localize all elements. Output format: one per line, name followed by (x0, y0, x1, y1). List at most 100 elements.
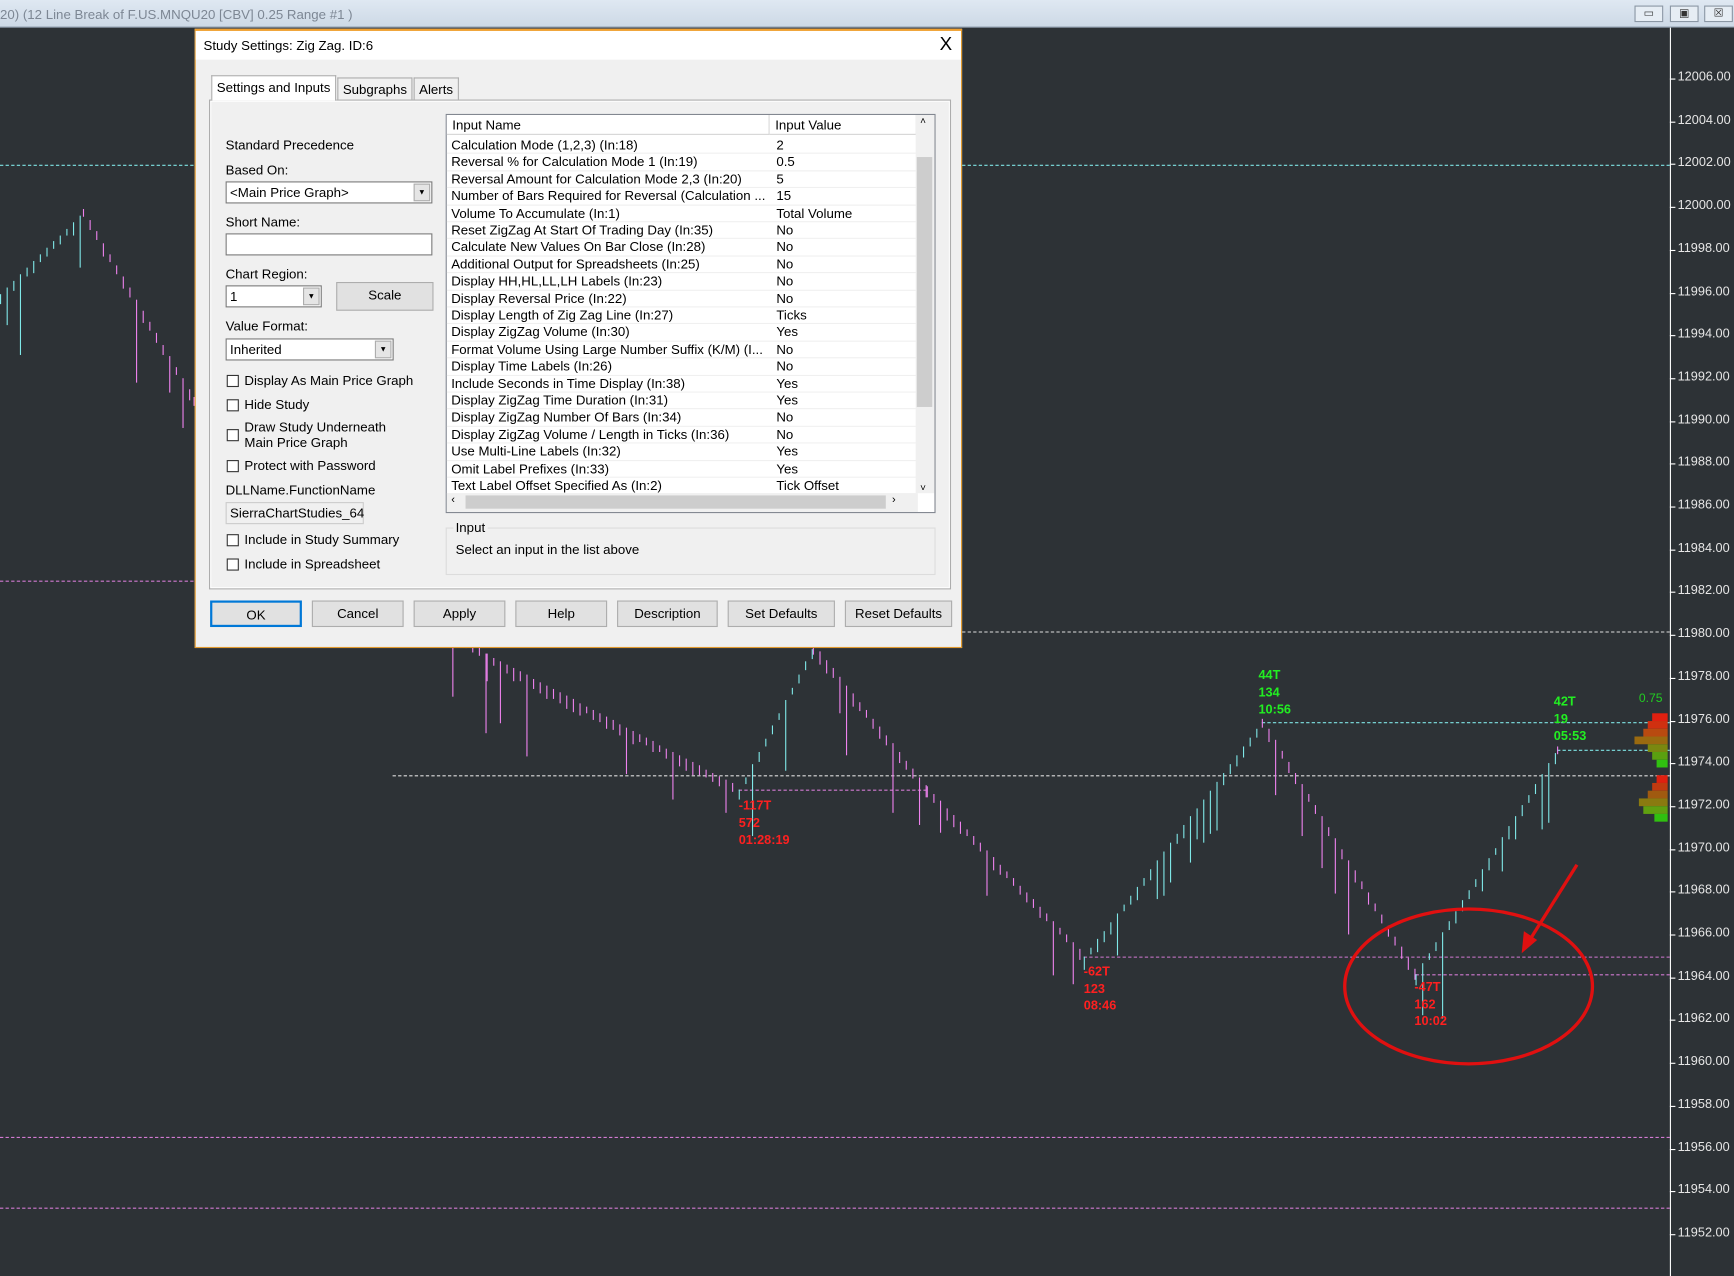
scrollbar-thumb[interactable] (465, 495, 886, 509)
input-name: Display Time Labels (In:26) (451, 358, 612, 374)
vertical-scrollbar[interactable]: ˄ ˅ (915, 115, 935, 493)
short-name-input[interactable] (225, 233, 433, 256)
input-row[interactable]: Display Time Labels (In:26) No (446, 358, 917, 376)
tab-subgraphs[interactable]: Subgraphs (337, 77, 413, 101)
close-icon[interactable]: X (940, 33, 953, 55)
column-header-input-name[interactable]: Input Name (446, 115, 770, 135)
tick-text: 12004.00 (1677, 113, 1731, 127)
input-row[interactable]: Reversal % for Calculation Mode 1 (In:19… (446, 154, 917, 172)
horizontal-scrollbar[interactable]: ‹ › (446, 493, 918, 513)
input-row[interactable]: Reversal Amount for Calculation Mode 2,3… (446, 171, 917, 189)
value-format-select[interactable]: Inherited ▼ (225, 338, 394, 361)
input-value: No (776, 358, 794, 374)
input-name: Volume To Accumulate (In:1) (451, 205, 620, 221)
scroll-right-icon[interactable]: › (892, 494, 896, 506)
input-value: Yes (776, 443, 798, 460)
tick-text: 11980.00 (1677, 627, 1730, 641)
based-on-select[interactable]: <Main Price Graph> ▼ (225, 181, 433, 204)
draw-underneath-checkbox[interactable] (226, 429, 239, 442)
tick-text: 11972.00 (1677, 798, 1730, 812)
input-row[interactable]: Include Seconds in Time Display (In:38) Y… (446, 375, 917, 393)
inputs-list[interactable]: Input Name Input Value Calculation Mode … (445, 113, 936, 514)
help-button[interactable]: Help (515, 600, 608, 628)
tick-text: 12000.00 (1677, 199, 1731, 213)
input-name: Display HH,HL,LL,LH Labels (In:23) (451, 273, 663, 289)
column-header-input-value[interactable]: Input Value (769, 115, 917, 135)
input-row[interactable]: Calculation Mode (1,2,3) (In:18) 2 (446, 137, 917, 155)
scrollbar-thumb[interactable] (916, 157, 933, 407)
input-name: Additional Output for Spreadsheets (In:2… (451, 256, 700, 272)
scroll-down-icon[interactable]: ˅ (920, 482, 926, 493)
input-row[interactable]: Display HH,HL,LL,LH Labels (In:23) No (446, 273, 917, 291)
scroll-up-icon[interactable]: ˄ (920, 115, 926, 126)
input-name: Reversal Amount for Calculation Mode 2,3… (451, 171, 742, 187)
description-button[interactable]: Description (617, 600, 718, 628)
input-name: Include Seconds in Time Display (In:38) (451, 375, 686, 392)
tick-text: 11992.00 (1677, 370, 1730, 384)
input-row[interactable]: Display Reversal Price (In:22) No (446, 290, 917, 308)
input-row[interactable]: Calculate New Values On Bar Close (In:28… (446, 239, 917, 257)
based-on-value: <Main Price Graph> (230, 184, 349, 201)
include-summary-checkbox[interactable] (226, 534, 239, 547)
input-name: Use Multi-Line Labels (In:32) (451, 443, 621, 460)
input-row[interactable]: Additional Output for Spreadsheets (In:2… (446, 256, 917, 274)
input-row[interactable]: Display ZigZag Volume / Length in Ticks … (446, 426, 917, 444)
tick-text: 11984.00 (1677, 541, 1730, 555)
chevron-down-icon[interactable]: ▼ (303, 287, 320, 306)
set-defaults-button[interactable]: Set Defaults (727, 600, 835, 628)
input-value: Yes (776, 460, 798, 477)
input-row[interactable]: Text Label Offset Specified As (In:2) Tic… (446, 477, 917, 495)
chevron-down-icon[interactable]: ▼ (374, 340, 392, 359)
scroll-left-icon[interactable]: ‹ (451, 494, 455, 506)
input-value: Tick Offset (776, 477, 840, 494)
input-row[interactable]: Reset ZigZag At Start Of Trading Day (In… (446, 222, 917, 240)
input-row[interactable]: Display ZigZag Volume (In:30) Yes (446, 324, 917, 342)
input-row[interactable]: Display ZigZag Time Duration (In:31) Yes (446, 393, 917, 410)
input-row[interactable]: Use Multi-Line Labels (In:32) Yes (446, 443, 917, 461)
tick-text: 11970.00 (1677, 841, 1730, 855)
tick-text: 11962.00 (1677, 1012, 1730, 1026)
apply-button[interactable]: Apply (413, 600, 506, 628)
tick-text: 11990.00 (1677, 413, 1730, 427)
input-name: Calculation Mode (1,2,3) (In:18) (451, 137, 638, 153)
tick-text: 11986.00 (1677, 498, 1730, 513)
input-row[interactable]: Volume To Accumulate (In:1) Total Volume (446, 205, 917, 223)
input-value: No (776, 273, 794, 289)
tab-settings-and-inputs[interactable]: Settings and Inputs (211, 75, 336, 101)
tick-text: 12002.00 (1677, 156, 1731, 170)
input-row[interactable]: Omit Label Prefixes (In:33) Yes (446, 460, 917, 478)
input-name: Display ZigZag Volume / Length in Ticks … (451, 426, 730, 443)
tick-text: 11956.00 (1677, 1140, 1730, 1154)
chart-region-label: Chart Region: (225, 266, 308, 282)
protect-password-checkbox[interactable] (226, 460, 239, 473)
input-row[interactable]: Format Volume Using Large Number Suffix … (446, 341, 917, 359)
chevron-down-icon[interactable]: ▼ (413, 183, 431, 202)
tick-text: 11966.00 (1677, 926, 1730, 940)
hide-study-checkbox[interactable] (226, 399, 239, 412)
input-row[interactable]: Display Length of Zig Zag Line (In:27) Ti… (446, 307, 917, 325)
input-row[interactable]: Number of Bars Required for Reversal (Ca… (446, 188, 917, 206)
checkbox-label: Display As Main Price Graph (244, 372, 414, 389)
display-as-main-checkbox[interactable] (226, 374, 239, 388)
tick-text: 11996.00 (1677, 284, 1730, 299)
reset-defaults-button[interactable]: Reset Defaults (844, 600, 953, 628)
input-name: Number of Bars Required for Reversal (Ca… (451, 188, 766, 204)
input-value: No (776, 426, 794, 443)
checkbox-label: Include in Study Summary (244, 531, 400, 548)
ok-button[interactable]: OK (210, 600, 302, 628)
tick-text: 11958.00 (1677, 1097, 1730, 1112)
tick-text: 11982.00 (1677, 584, 1730, 598)
based-on-label: Based On: (225, 162, 289, 179)
chart-region-select[interactable]: 1 ▼ (225, 285, 322, 308)
cancel-button[interactable]: Cancel (311, 600, 404, 628)
dialog-header: Study Settings: Zig Zag. ID:6 X (195, 30, 962, 60)
input-value: 0.5 (776, 154, 795, 170)
input-value: No (776, 409, 794, 426)
scale-button[interactable]: Scale (336, 281, 434, 311)
precedence-label: Standard Precedence (225, 137, 354, 153)
input-group-label: Input (453, 519, 488, 536)
input-name: Reset ZigZag At Start Of Trading Day (In… (451, 222, 714, 238)
tab-alerts[interactable]: Alerts (413, 77, 459, 101)
include-spreadsheet-checkbox[interactable] (226, 558, 239, 571)
input-row[interactable]: Display ZigZag Number Of Bars (In:34) No (446, 409, 917, 427)
